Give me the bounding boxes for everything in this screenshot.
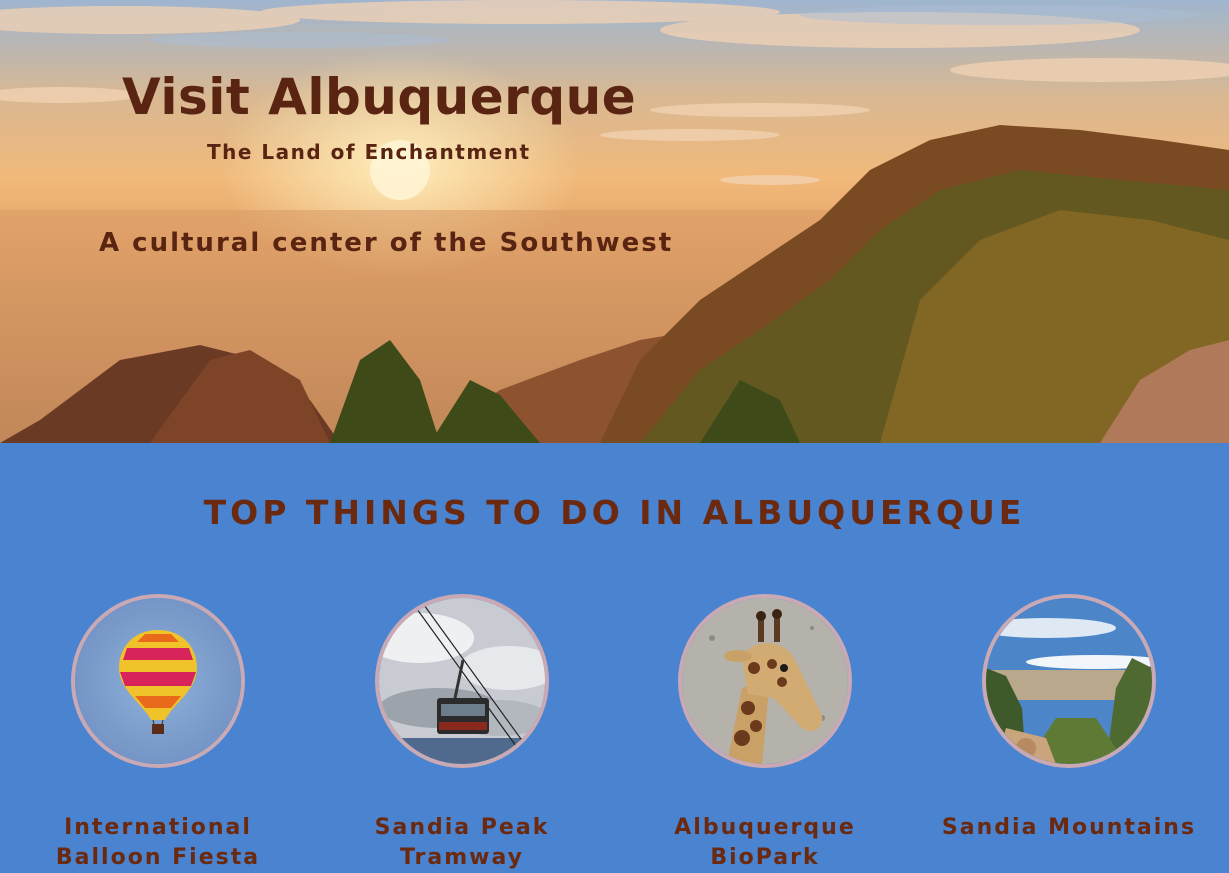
site-tagline: A cultural center of the Southwest bbox=[99, 228, 674, 258]
attraction-thumbnail[interactable] bbox=[678, 594, 852, 768]
section-heading: TOP THINGS TO DO IN ALBUQUERQUE bbox=[203, 493, 1026, 532]
site-subtitle: The Land of Enchantment bbox=[207, 140, 531, 164]
attraction-label-line[interactable]: BioPark bbox=[635, 843, 895, 873]
giraffe-image bbox=[682, 598, 848, 764]
attraction-label-line[interactable]: Balloon Fiesta bbox=[28, 843, 288, 873]
attraction-card-biopark[interactable]: Albuquerque BioPark bbox=[635, 594, 895, 873]
attraction-label-line[interactable]: Albuquerque bbox=[635, 813, 895, 843]
attraction-label-line[interactable]: Tramway bbox=[332, 843, 592, 873]
attraction-label[interactable]: International Balloon Fiesta bbox=[28, 813, 288, 873]
attraction-thumbnail[interactable] bbox=[982, 594, 1156, 768]
attraction-label[interactable]: Sandia Peak Tramway bbox=[332, 813, 592, 873]
attraction-label[interactable]: Sandia Mountains bbox=[939, 813, 1199, 843]
attraction-label-line[interactable]: International bbox=[28, 813, 288, 843]
attraction-card-tramway[interactable]: Sandia Peak Tramway bbox=[332, 594, 592, 873]
hot-air-balloon-image bbox=[75, 598, 241, 764]
site-title: Visit Albuquerque bbox=[122, 68, 637, 126]
attraction-thumbnail[interactable] bbox=[71, 594, 245, 768]
attraction-card-balloon-fiesta[interactable]: International Balloon Fiesta bbox=[28, 594, 288, 873]
hero-banner: Visit Albuquerque The Land of Enchantmen… bbox=[0, 0, 1229, 443]
attraction-card-sandia-mountains[interactable]: Sandia Mountains bbox=[939, 594, 1199, 843]
attraction-thumbnail[interactable] bbox=[375, 594, 549, 768]
mountain-valley-image bbox=[986, 598, 1152, 764]
attraction-label[interactable]: Albuquerque BioPark bbox=[635, 813, 895, 873]
attraction-label-line[interactable]: Sandia Peak bbox=[332, 813, 592, 843]
sandia-mountains-sunset-image bbox=[0, 0, 1229, 443]
tramway-car-image bbox=[379, 598, 545, 764]
attraction-label-line[interactable]: Sandia Mountains bbox=[939, 813, 1199, 843]
